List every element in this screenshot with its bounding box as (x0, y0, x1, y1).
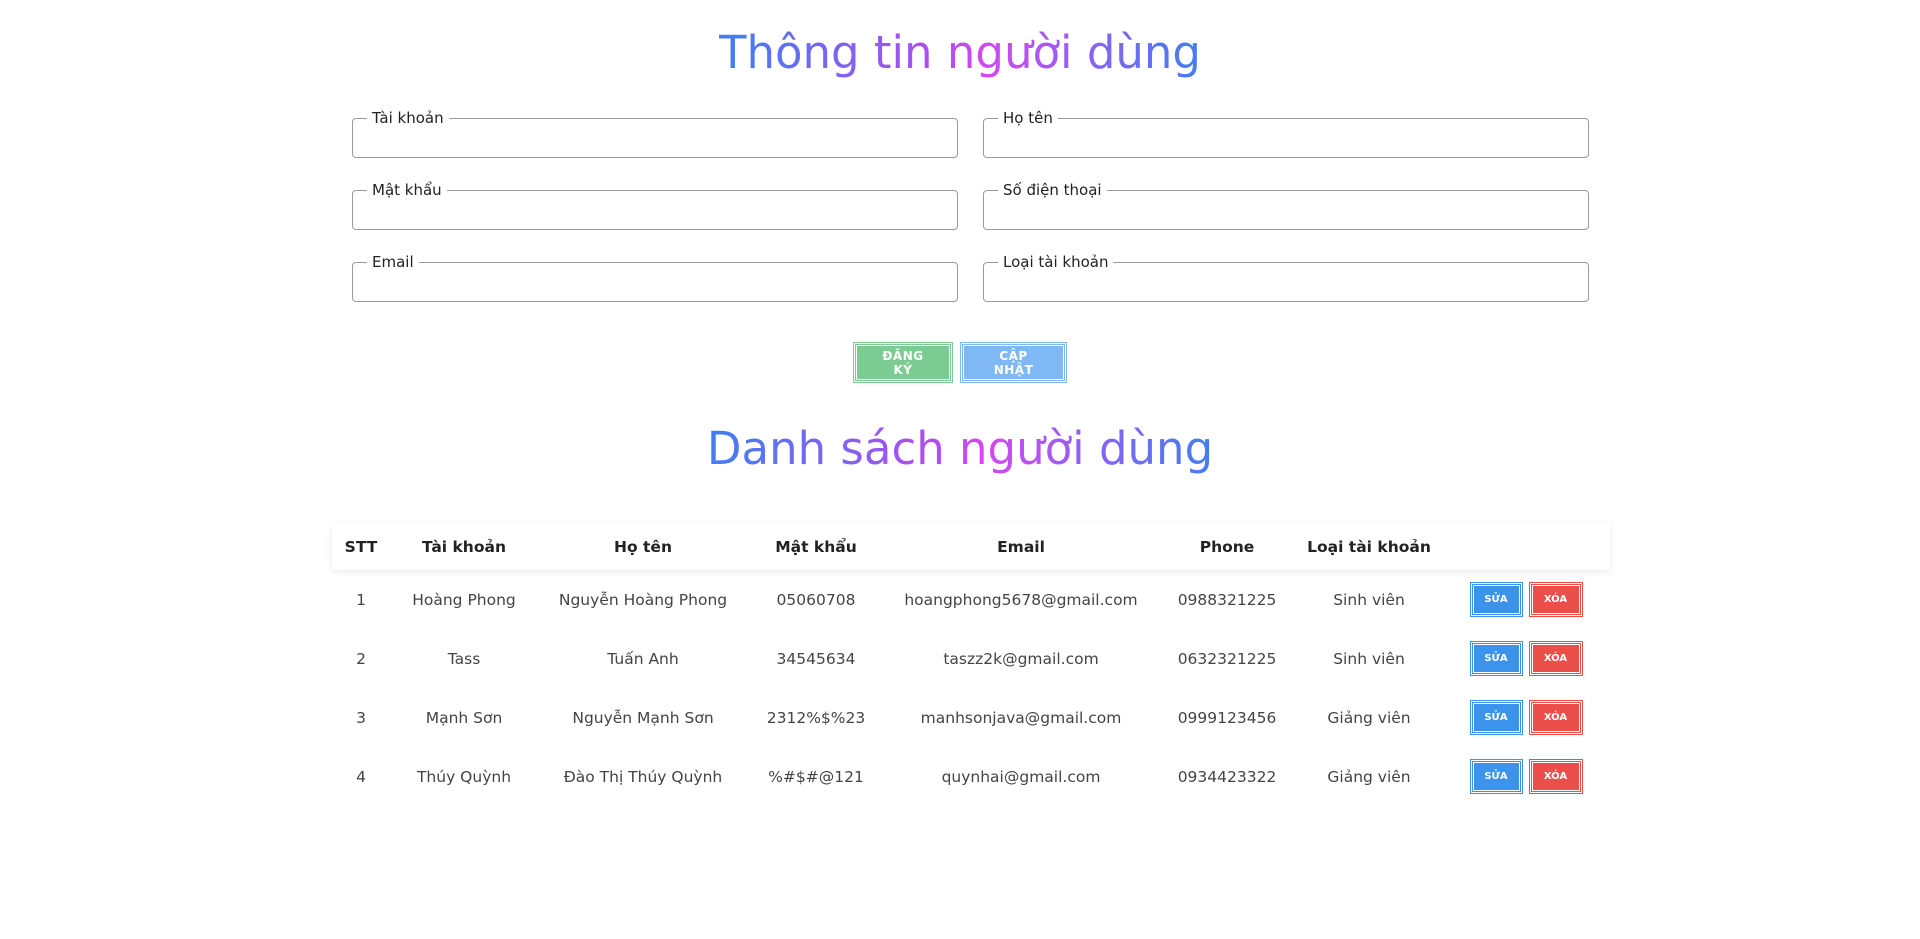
table-row: 3 Mạnh Sơn Nguyễn Mạnh Sơn 2312%$%23 man… (332, 688, 1610, 747)
cell-type: Giảng viên (1327, 708, 1411, 727)
cell-account: Tass (447, 649, 481, 668)
account-type-input[interactable] (996, 278, 1576, 308)
cell-phone: 0934423322 (1177, 767, 1277, 786)
table-row: 4 Thúy Quỳnh Đào Thị Thúy Quỳnh %#$#@121… (332, 747, 1610, 806)
row-actions: SỬA XÓA (1442, 759, 1610, 794)
row-actions: SỬA XÓA (1442, 700, 1610, 735)
table-header: STT Tài khoản Họ tên Mật khẩu Email Phon… (332, 523, 1610, 570)
header-stt: STT (344, 537, 378, 556)
cell-stt: 4 (356, 767, 366, 786)
delete-button[interactable]: XÓA (1528, 582, 1583, 617)
register-button[interactable]: ĐĂNG KÝ (853, 342, 953, 383)
email-input[interactable] (365, 278, 945, 308)
phone-label: Số điện thoại (1003, 181, 1102, 199)
cell-email: taszz2k@gmail.com (943, 649, 1099, 668)
cell-password: 2312%$%23 (766, 708, 866, 727)
table-header-row: STT Tài khoản Họ tên Mật khẩu Email Phon… (332, 523, 1610, 570)
cell-fullname: Nguyễn Mạnh Sơn (572, 708, 714, 727)
cell-password: 34545634 (776, 649, 856, 668)
form-actions: ĐĂNG KÝ CẬP NHẬT (0, 342, 1920, 383)
user-form: Tài khoản Họ tên Mật khẩu Số điện thoại … (352, 109, 1590, 308)
header-email: Email (997, 537, 1045, 556)
cell-type: Sinh viên (1333, 590, 1405, 609)
edit-button[interactable]: SỬA (1469, 759, 1523, 794)
delete-button[interactable]: XÓA (1528, 641, 1583, 676)
form-title: Thông tin người dùng (0, 30, 1920, 75)
cell-actions: SỬA XÓA (1442, 570, 1610, 629)
cell-email: hoangphong5678@gmail.com (904, 590, 1138, 609)
cell-actions: SỬA XÓA (1442, 747, 1610, 806)
users-table-container: STT Tài khoản Họ tên Mật khẩu Email Phon… (332, 523, 1610, 806)
edit-button[interactable]: SỬA (1469, 641, 1523, 676)
cell-type: Giảng viên (1327, 767, 1411, 786)
table-row: 2 Tass Tuấn Anh 34545634 taszz2k@gmail.c… (332, 629, 1610, 688)
cell-email: manhsonjava@gmail.com (920, 708, 1122, 727)
cell-account: Hoàng Phong (412, 590, 516, 609)
header-account: Tài khoản (422, 537, 506, 556)
cell-stt: 1 (356, 590, 366, 609)
fullname-field: Họ tên (983, 109, 1589, 164)
cell-type: Sinh viên (1333, 649, 1405, 668)
fullname-input[interactable] (996, 134, 1576, 164)
cell-account: Mạnh Sơn (425, 708, 503, 727)
table-row: 1 Hoàng Phong Nguyễn Hoàng Phong 0506070… (332, 570, 1610, 629)
delete-button[interactable]: XÓA (1528, 759, 1583, 794)
email-label: Email (372, 253, 414, 271)
fullname-label: Họ tên (1003, 109, 1053, 127)
page: Thông tin người dùng Tài khoản Họ tên Mậ… (0, 0, 1920, 939)
phone-field: Số điện thoại (983, 181, 1589, 236)
account-type-field: Loại tài khoản (983, 253, 1589, 308)
cell-account: Thúy Quỳnh (416, 767, 512, 786)
header-actions (1442, 523, 1610, 570)
delete-button[interactable]: XÓA (1528, 700, 1583, 735)
phone-input[interactable] (996, 206, 1576, 236)
table-body: 1 Hoàng Phong Nguyễn Hoàng Phong 0506070… (332, 570, 1610, 806)
cell-actions: SỬA XÓA (1442, 688, 1610, 747)
cell-email: quynhai@gmail.com (941, 767, 1101, 786)
cell-phone: 0632321225 (1177, 649, 1277, 668)
account-input[interactable] (365, 134, 945, 164)
cell-fullname: Nguyễn Hoàng Phong (558, 590, 728, 609)
users-table: STT Tài khoản Họ tên Mật khẩu Email Phon… (332, 523, 1610, 806)
edit-button[interactable]: SỬA (1469, 700, 1523, 735)
account-type-label: Loại tài khoản (1003, 253, 1109, 271)
account-field: Tài khoản (352, 109, 958, 164)
list-title-text: Danh sách người dùng (706, 422, 1214, 475)
password-label: Mật khẩu (372, 181, 442, 199)
edit-button[interactable]: SỬA (1469, 582, 1523, 617)
form-title-text: Thông tin người dùng (718, 26, 1201, 79)
cell-fullname: Tuấn Anh (607, 649, 679, 668)
cell-fullname: Đào Thị Thúy Quỳnh (563, 767, 723, 786)
row-actions: SỬA XÓA (1442, 641, 1610, 676)
list-title: Danh sách người dùng (0, 426, 1920, 471)
header-password: Mật khẩu (775, 537, 857, 556)
email-field: Email (352, 253, 958, 308)
cell-stt: 2 (356, 649, 366, 668)
update-button[interactable]: CẬP NHẬT (960, 342, 1067, 383)
row-actions: SỬA XÓA (1442, 582, 1610, 617)
header-type: Loại tài khoản (1307, 537, 1431, 556)
cell-phone: 0988321225 (1177, 590, 1277, 609)
cell-actions: SỬA XÓA (1442, 629, 1610, 688)
password-input[interactable] (365, 206, 945, 236)
cell-password: %#$#@121 (768, 767, 864, 786)
account-label: Tài khoản (372, 109, 444, 127)
cell-password: 05060708 (776, 590, 856, 609)
cell-stt: 3 (356, 708, 366, 727)
header-phone: Phone (1199, 537, 1255, 556)
password-field: Mật khẩu (352, 181, 958, 236)
header-fullname: Họ tên (614, 537, 672, 556)
cell-phone: 0999123456 (1177, 708, 1277, 727)
